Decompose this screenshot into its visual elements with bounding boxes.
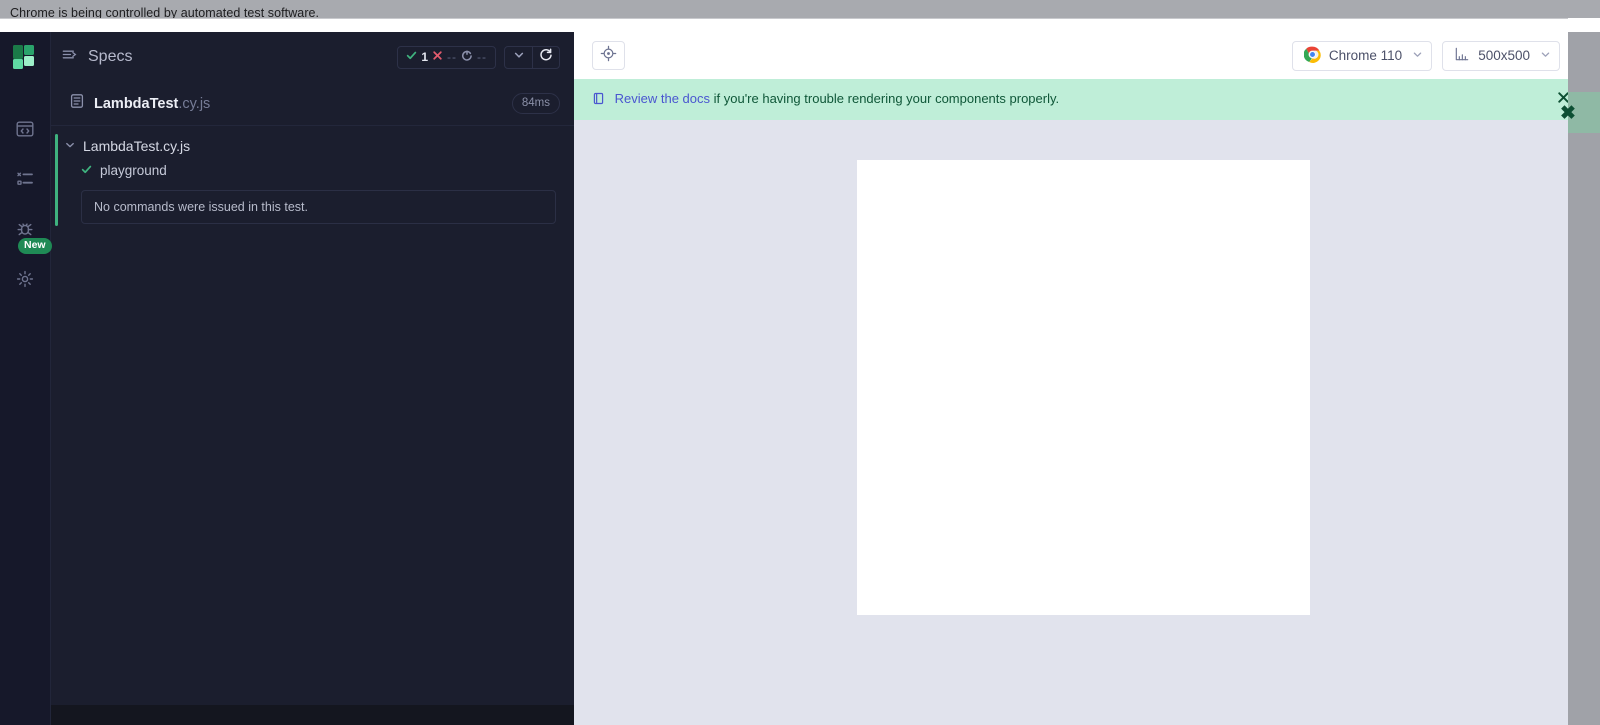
- spec-file-basename: LambdaTest: [94, 95, 179, 112]
- selector-playground-crosshair-icon: [600, 45, 617, 67]
- spec-duration-badge: 84ms: [511, 93, 560, 114]
- spec-file-extension: .cy.js: [178, 95, 211, 112]
- docs-banner: Review the docs if you're having trouble…: [574, 79, 1568, 120]
- sidebar-item-debug[interactable]: New: [0, 204, 52, 254]
- docs-banner-text: Review the docs if you're having trouble…: [592, 91, 1059, 108]
- reporter-button-group: [504, 45, 560, 69]
- cypress-logo-mark: [13, 45, 37, 69]
- sidebar-item-runs[interactable]: [0, 154, 50, 204]
- x-icon: [432, 50, 443, 64]
- stat-failed-value: --: [447, 50, 457, 64]
- chevron-down-icon: [1540, 49, 1551, 63]
- test-row[interactable]: playground: [51, 158, 574, 183]
- test-stats: 1 -- --: [397, 45, 496, 69]
- restart-tests-button[interactable]: [532, 46, 559, 68]
- test-title: playground: [100, 163, 167, 178]
- pending-icon: [461, 50, 473, 65]
- viewport-size-selector[interactable]: 500x500: [1442, 40, 1560, 71]
- settings-gear-icon: [15, 269, 35, 289]
- reporter-header-controls: 1 -- --: [397, 45, 560, 69]
- stat-failed: --: [432, 50, 457, 64]
- cypress-app: New Specs 1 -- -- LambdaTest.cy.js 84ms …: [0, 32, 1568, 725]
- browser-selector[interactable]: Chrome 110: [1291, 40, 1433, 71]
- component-preview-frame[interactable]: [857, 160, 1310, 615]
- suite-title: LambdaTest.cy.js: [83, 138, 191, 154]
- check-icon: [81, 163, 92, 178]
- stat-pending: --: [461, 50, 487, 65]
- suite-status-bar: [55, 134, 58, 226]
- no-commands-message: No commands were issued in this test.: [81, 190, 556, 224]
- chevron-down-icon: [64, 138, 76, 154]
- stat-passed: 1: [406, 50, 428, 64]
- check-icon: [406, 50, 417, 64]
- specs-panel-toggle[interactable]: Specs: [61, 46, 132, 68]
- spec-file-row: LambdaTest.cy.js 84ms: [51, 82, 574, 126]
- spec-file-name: LambdaTest.cy.js: [94, 96, 210, 112]
- sidebar-item-specs[interactable]: [0, 104, 50, 154]
- suite-row[interactable]: LambdaTest.cy.js: [51, 134, 574, 158]
- stat-passed-value: 1: [421, 50, 428, 64]
- stats-toggle-button[interactable]: [505, 47, 532, 68]
- docs-book-icon: [592, 92, 609, 108]
- collapse-panel-icon: [61, 46, 78, 68]
- browser-content-top-edge: [0, 18, 1568, 32]
- reporter-panel: Specs 1 -- -- LambdaTest.cy.js 84ms Lamb…: [50, 32, 574, 725]
- runnable-area: LambdaTest.cy.js playground No commands …: [51, 126, 574, 226]
- debug-bug-icon: [15, 219, 35, 239]
- browser-viewport: New Specs 1 -- -- LambdaTest.cy.js 84ms …: [0, 18, 1568, 725]
- reporter-header: Specs 1 -- --: [51, 32, 574, 82]
- stat-pending-value: --: [477, 50, 487, 64]
- sidebar-item-settings[interactable]: [0, 254, 50, 304]
- spec-file-icon: [69, 93, 85, 114]
- ruler-icon: [1454, 46, 1470, 65]
- browser-selector-label: Chrome 110: [1328, 48, 1403, 63]
- docs-banner-link[interactable]: Review the docs: [615, 91, 710, 106]
- debug-new-badge: New: [18, 238, 52, 254]
- chrome-logo-icon: [1303, 46, 1321, 66]
- selector-playground-button[interactable]: [592, 41, 625, 70]
- docs-banner-rest: if you're having trouble rendering your …: [710, 91, 1060, 106]
- aut-toolbar: Chrome 110 500x500: [574, 32, 1568, 79]
- restart-icon: [539, 48, 553, 67]
- runs-list-icon: [15, 169, 35, 189]
- close-x-icon-overflow[interactable]: ✖: [1560, 102, 1576, 125]
- aut-toolbar-right: Chrome 110 500x500: [1291, 40, 1568, 71]
- cypress-logo[interactable]: [0, 32, 50, 82]
- sidebar-rail: New: [0, 32, 52, 725]
- chevron-down-icon: [513, 48, 525, 66]
- specs-browser-code-icon: [15, 119, 35, 139]
- viewport-size-label: 500x500: [1478, 48, 1530, 63]
- offscreen-right-gutter: ✖: [1560, 18, 1600, 725]
- aut-stage: [574, 120, 1568, 725]
- specs-panel-title: Specs: [88, 48, 133, 65]
- reporter-footer: [51, 705, 574, 725]
- chevron-down-icon: [1412, 49, 1423, 63]
- aut-pane: Chrome 110 500x500 Review the docs if yo…: [574, 32, 1568, 725]
- offscreen-top-edge: [1568, 18, 1600, 32]
